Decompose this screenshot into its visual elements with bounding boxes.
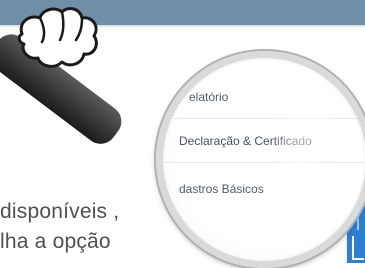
menu-item-relatorio[interactable]: elatório bbox=[189, 90, 228, 104]
body-text-line-1: disponíveis , bbox=[0, 200, 120, 223]
body-text-line-2: lha a opção bbox=[0, 230, 111, 253]
magnifier-icon: elatório Declaração & Certificado dastro… bbox=[156, 51, 365, 268]
hand-pointer-icon bbox=[17, 7, 98, 68]
menu-divider bbox=[163, 162, 365, 163]
menu-item-cadastros-basicos[interactable]: dastros Básicos bbox=[179, 182, 264, 196]
widget-bracket bbox=[352, 236, 364, 260]
menu-divider bbox=[163, 118, 365, 119]
lens-glare bbox=[275, 66, 335, 196]
widget-slot bbox=[357, 214, 365, 230]
